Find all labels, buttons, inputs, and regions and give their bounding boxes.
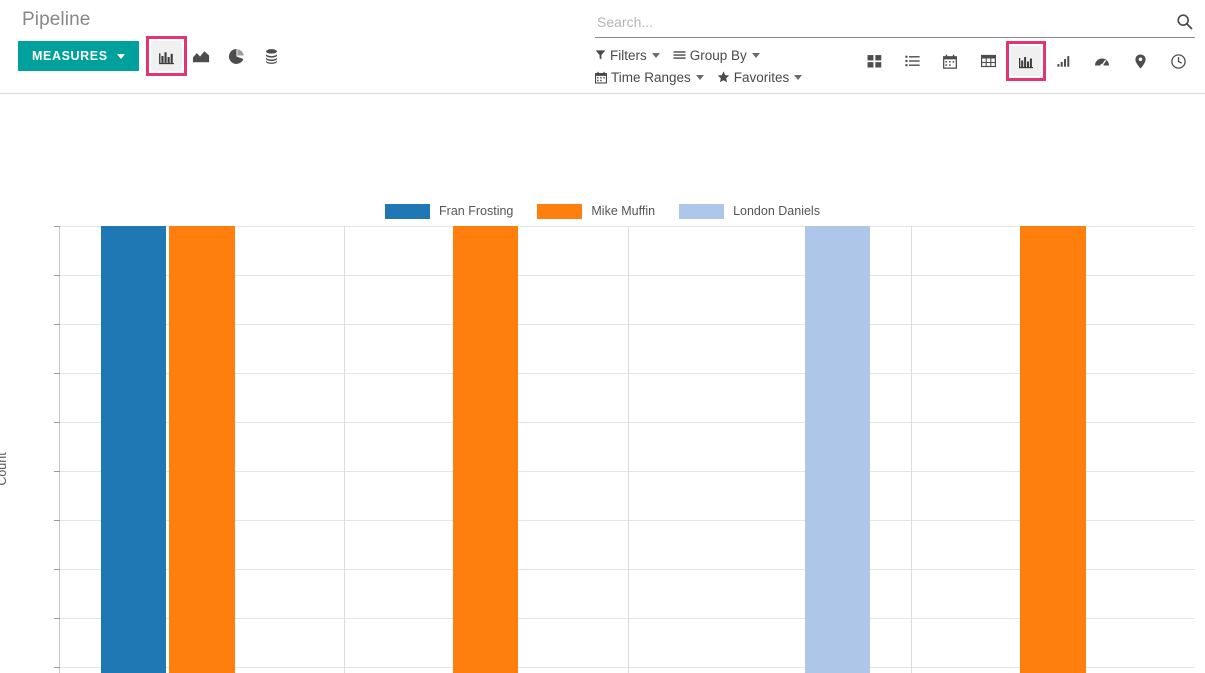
bar-chart-highlight [145, 36, 187, 76]
y-tick-mark [54, 422, 60, 423]
stacked-wrap [254, 39, 289, 73]
legend-label: Mike Muffin [591, 204, 656, 218]
y-tick-mark [54, 324, 60, 325]
toolbar-button-row: MEASURES [10, 36, 590, 76]
list-view-wrap [895, 44, 929, 78]
bar[interactable] [169, 226, 235, 673]
bar[interactable] [452, 226, 519, 673]
search-icon[interactable] [1173, 10, 1195, 32]
cohort-view-wrap [1047, 44, 1081, 78]
pivot-view-button[interactable] [973, 46, 1003, 76]
y-axis-title: Count [0, 452, 9, 486]
dashboard-view-wrap [1085, 44, 1119, 78]
category-separator [627, 226, 629, 673]
group-by-menu[interactable]: Group By [673, 45, 760, 65]
legend-swatch [679, 203, 725, 219]
dashboard-view-button[interactable] [1087, 46, 1117, 76]
kanban-view-wrap [857, 44, 891, 78]
y-tick-mark [54, 226, 60, 227]
kanban-view-button[interactable] [859, 46, 889, 76]
graph-view-button[interactable] [1011, 46, 1041, 76]
group-by-label: Group By [689, 47, 747, 63]
chevron-down-icon [751, 52, 760, 58]
legend-label: London Daniels [733, 204, 820, 218]
chevron-down-icon [695, 74, 704, 80]
bar[interactable] [1020, 226, 1086, 673]
bar-chart-button[interactable] [150, 41, 182, 71]
favorites-menu[interactable]: Favorites [717, 67, 803, 87]
bar[interactable] [804, 226, 871, 673]
time-ranges-menu[interactable]: Time Ranges [595, 67, 704, 87]
calendar-icon [595, 71, 607, 84]
filter-menu-group: Filters Group By Time Ranges Favorites [595, 45, 857, 87]
list-icon [673, 49, 686, 61]
pie-chart-wrap [219, 39, 254, 73]
legend-item[interactable]: London Daniels [679, 203, 820, 219]
legend-swatch [537, 203, 583, 219]
graph-view-highlight [1006, 41, 1046, 81]
plot-area: 0.000.100.200.300.400.500.600.700.800.90… [54, 226, 1195, 673]
y-tick-mark [54, 667, 60, 668]
activity-view-wrap [1161, 44, 1195, 78]
category-separator [343, 226, 345, 673]
time-ranges-label: Time Ranges [611, 69, 691, 85]
chevron-down-icon [116, 53, 125, 59]
measures-button[interactable]: MEASURES [18, 41, 139, 71]
search-bar [595, 6, 1195, 38]
control-panel-left: Pipeline MEASURES [10, 0, 590, 76]
list-view-button[interactable] [897, 46, 927, 76]
chart-legend: Fran Frosting Mike Muffin London Daniels [0, 202, 1205, 220]
filter-bar: Filters Group By Time Ranges Favorites [595, 41, 1195, 87]
activity-view-button[interactable] [1163, 46, 1193, 76]
map-view-wrap [1123, 44, 1157, 78]
control-panel: Pipeline MEASURES Search... Filters Grou… [0, 0, 1205, 94]
line-chart-wrap [184, 39, 219, 73]
y-tick-mark [54, 569, 60, 570]
y-axis-line [59, 226, 60, 673]
graph-view: Fran Frosting Mike Muffin London Daniels 0… [0, 94, 1205, 673]
filter-icon [595, 49, 606, 61]
y-tick-mark [54, 618, 60, 619]
pivot-view-wrap [971, 44, 1005, 78]
map-view-button[interactable] [1125, 46, 1155, 76]
y-tick-mark [54, 520, 60, 521]
pie-chart-button[interactable] [221, 41, 252, 71]
chevron-down-icon [651, 52, 660, 58]
y-tick-mark [54, 373, 60, 374]
filters-label: Filters [610, 47, 647, 63]
view-switcher [857, 41, 1195, 81]
bar[interactable] [101, 226, 167, 673]
favorites-label: Favorites [733, 69, 790, 85]
filters-menu[interactable]: Filters [595, 45, 660, 65]
legend-label: Fran Frosting [439, 204, 514, 218]
breadcrumb[interactable]: Pipeline [10, 0, 590, 29]
search-input[interactable] [595, 7, 1195, 36]
measures-button-label: MEASURES [32, 49, 108, 63]
chart-type-group [145, 36, 289, 76]
category-separator [911, 226, 913, 673]
y-tick-mark [54, 471, 60, 472]
legend-item[interactable]: Mike Muffin [537, 203, 656, 219]
legend-swatch [385, 203, 431, 219]
line-chart-button[interactable] [186, 41, 217, 71]
star-icon [717, 71, 730, 83]
legend-item[interactable]: Fran Frosting [385, 203, 514, 219]
y-tick-mark [54, 275, 60, 276]
stacked-button[interactable] [256, 41, 287, 71]
chevron-down-icon [794, 74, 803, 80]
cohort-view-button[interactable] [1049, 46, 1079, 76]
calendar-view-button[interactable] [935, 46, 965, 76]
calendar-view-wrap [933, 44, 967, 78]
control-panel-right: Filters Group By [595, 0, 1195, 87]
